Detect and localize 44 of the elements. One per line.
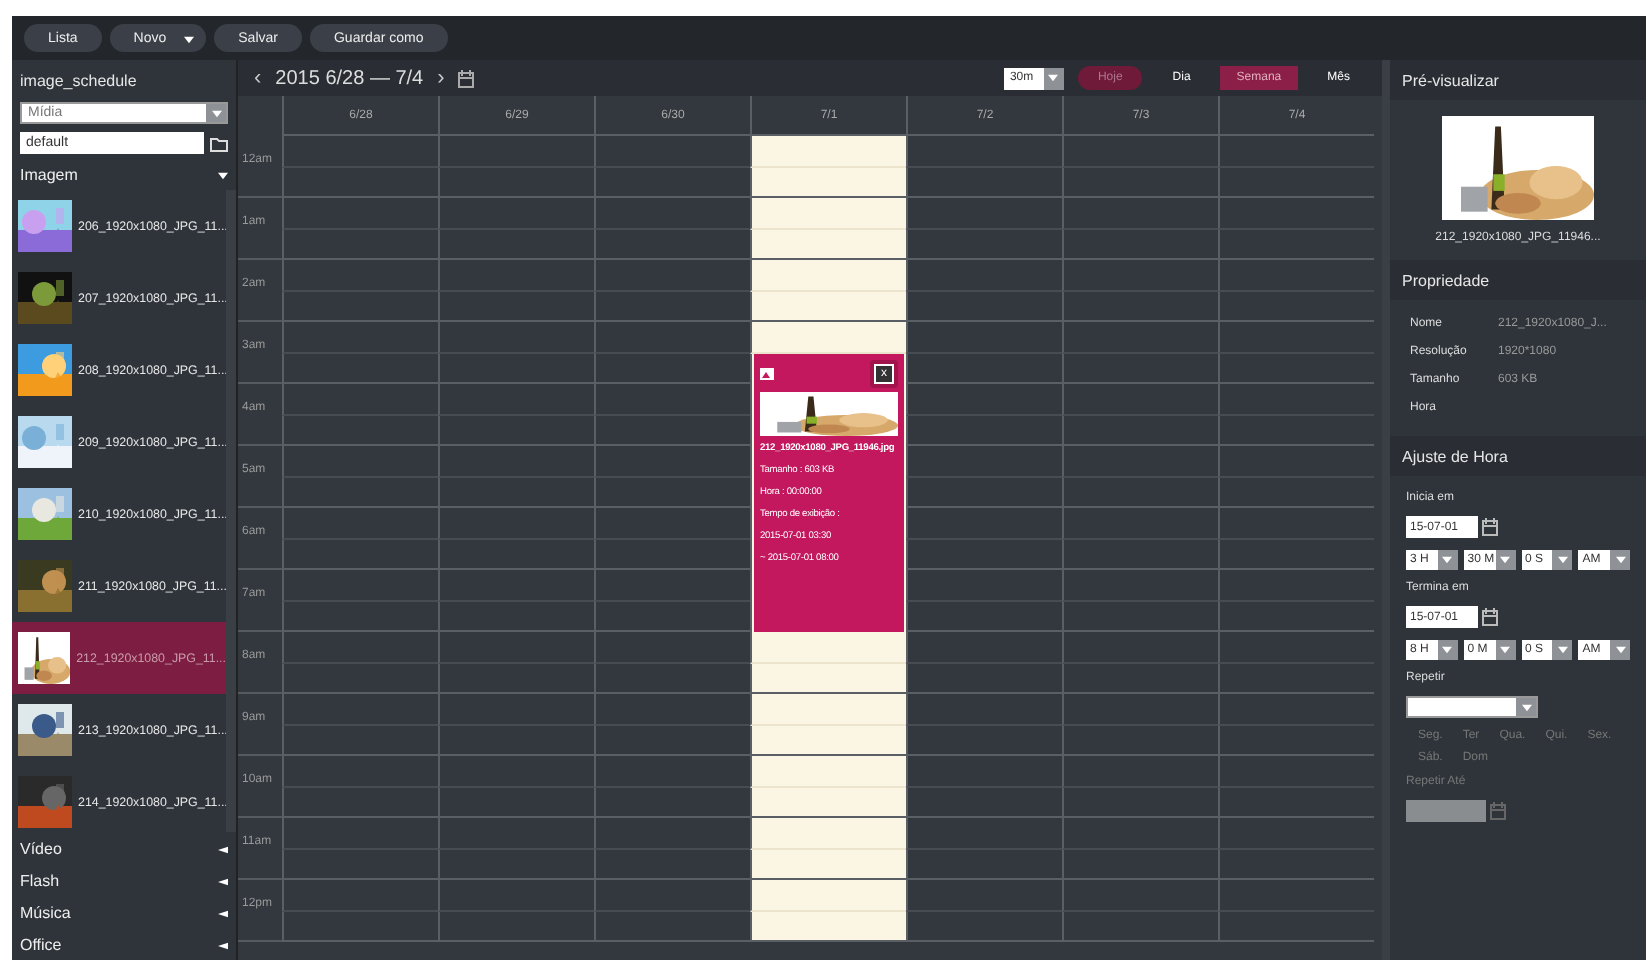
caret-down-icon [184,36,195,44]
time-slot[interactable] [750,229,906,260]
calendar-icon[interactable] [458,69,475,87]
time-slot[interactable] [750,167,906,198]
date-field[interactable] [1406,800,1486,822]
caret-down-icon [1615,646,1625,654]
schedule-name: image_schedule [18,70,139,94]
caret-down-icon [1442,556,1453,564]
time-slot[interactable] [750,291,906,322]
panel-title: Propriedade [1390,260,1646,300]
time-slot[interactable] [750,849,906,880]
date-range: 2015 6/28 — 7/4 [275,67,424,89]
panel-title: Ajuste de Hora [1390,436,1646,476]
repeat-select[interactable] [1406,696,1538,718]
caret-down-icon [1500,556,1510,564]
image-icon [760,367,774,379]
caret-left-icon [218,941,228,949]
caret-down-icon [1521,703,1531,711]
section-header[interactable]: Imagem [12,158,236,190]
section-header[interactable]: Office [12,928,236,960]
caret-down-icon [1048,74,1059,82]
panel-title: Pré-visualizar [1390,60,1646,100]
time-slot[interactable] [750,787,906,818]
calendar-icon[interactable] [1482,518,1498,536]
time-slot[interactable] [750,911,906,942]
time-slot[interactable] [750,663,906,694]
caret-left-icon [218,845,228,853]
caret-down-icon [1557,646,1568,654]
caret-down-icon [1442,646,1453,654]
section-header[interactable]: Flash [12,864,236,896]
caret-down-icon [218,171,228,179]
caret-down-icon [1615,556,1625,564]
section-header[interactable]: Vídeo [12,832,236,864]
caret-left-icon [218,877,228,885]
section-header[interactable]: Música [12,896,236,928]
caret-down-icon [1500,646,1510,654]
folder-icon[interactable] [210,135,228,151]
caret-down-icon [211,109,221,117]
caret-down-icon [1557,556,1568,564]
time-slot[interactable] [750,725,906,756]
calendar-icon[interactable] [1482,608,1498,626]
previous-button[interactable]: ‹ [254,66,262,90]
caret-left-icon [218,909,228,917]
next-button[interactable]: › [437,66,445,90]
